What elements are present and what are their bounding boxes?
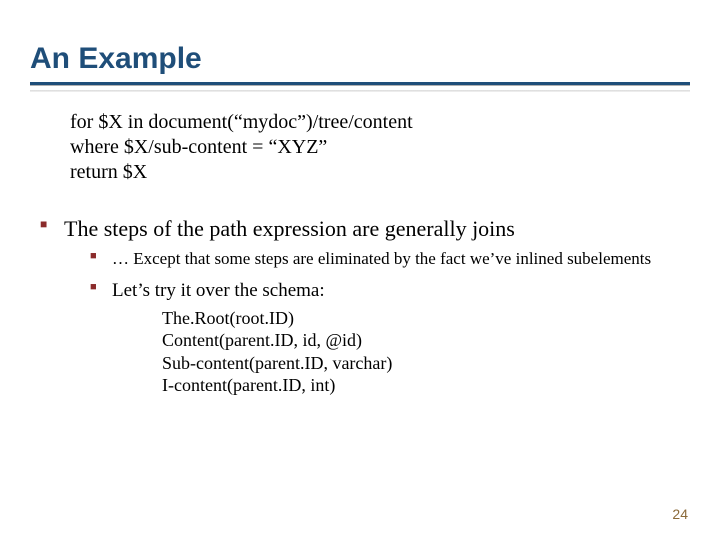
slide: An Example for $X in document(“mydoc”)/t… xyxy=(0,0,720,540)
sub-bullet-item: … Except that some steps are eliminated … xyxy=(90,248,680,269)
title-rule xyxy=(30,82,690,86)
page-number: 24 xyxy=(672,506,688,522)
bullet-item: The steps of the path expression are gen… xyxy=(40,215,680,397)
schema-line: Sub-content(parent.ID, varchar) xyxy=(162,352,680,375)
bullet-text: The steps of the path expression are gen… xyxy=(64,216,515,241)
slide-title: An Example xyxy=(30,42,690,76)
code-line: return $X xyxy=(70,160,680,185)
sub-bullet-list: … Except that some steps are eliminated … xyxy=(90,248,680,397)
bullet-list: The steps of the path expression are gen… xyxy=(40,215,680,397)
code-line: for $X in document(“mydoc”)/tree/content xyxy=(70,110,680,135)
schema-line: The.Root(root.ID) xyxy=(162,307,680,330)
title-area: An Example xyxy=(0,0,720,92)
code-block: for $X in document(“mydoc”)/tree/content… xyxy=(70,110,680,185)
sub-bullet-item: Let’s try it over the schema: The.Root(r… xyxy=(90,279,680,397)
schema-line: Content(parent.ID, id, @id) xyxy=(162,329,680,352)
schema-line: I-content(parent.ID, int) xyxy=(162,374,680,397)
title-subrule xyxy=(30,90,690,92)
code-line: where $X/sub-content = “XYZ” xyxy=(70,135,680,160)
content-area: for $X in document(“mydoc”)/tree/content… xyxy=(0,110,720,397)
schema-block: The.Root(root.ID) Content(parent.ID, id,… xyxy=(162,307,680,397)
sub-bullet-text: … Except that some steps are eliminated … xyxy=(112,249,651,268)
sub-bullet-text: Let’s try it over the schema: xyxy=(112,280,325,301)
